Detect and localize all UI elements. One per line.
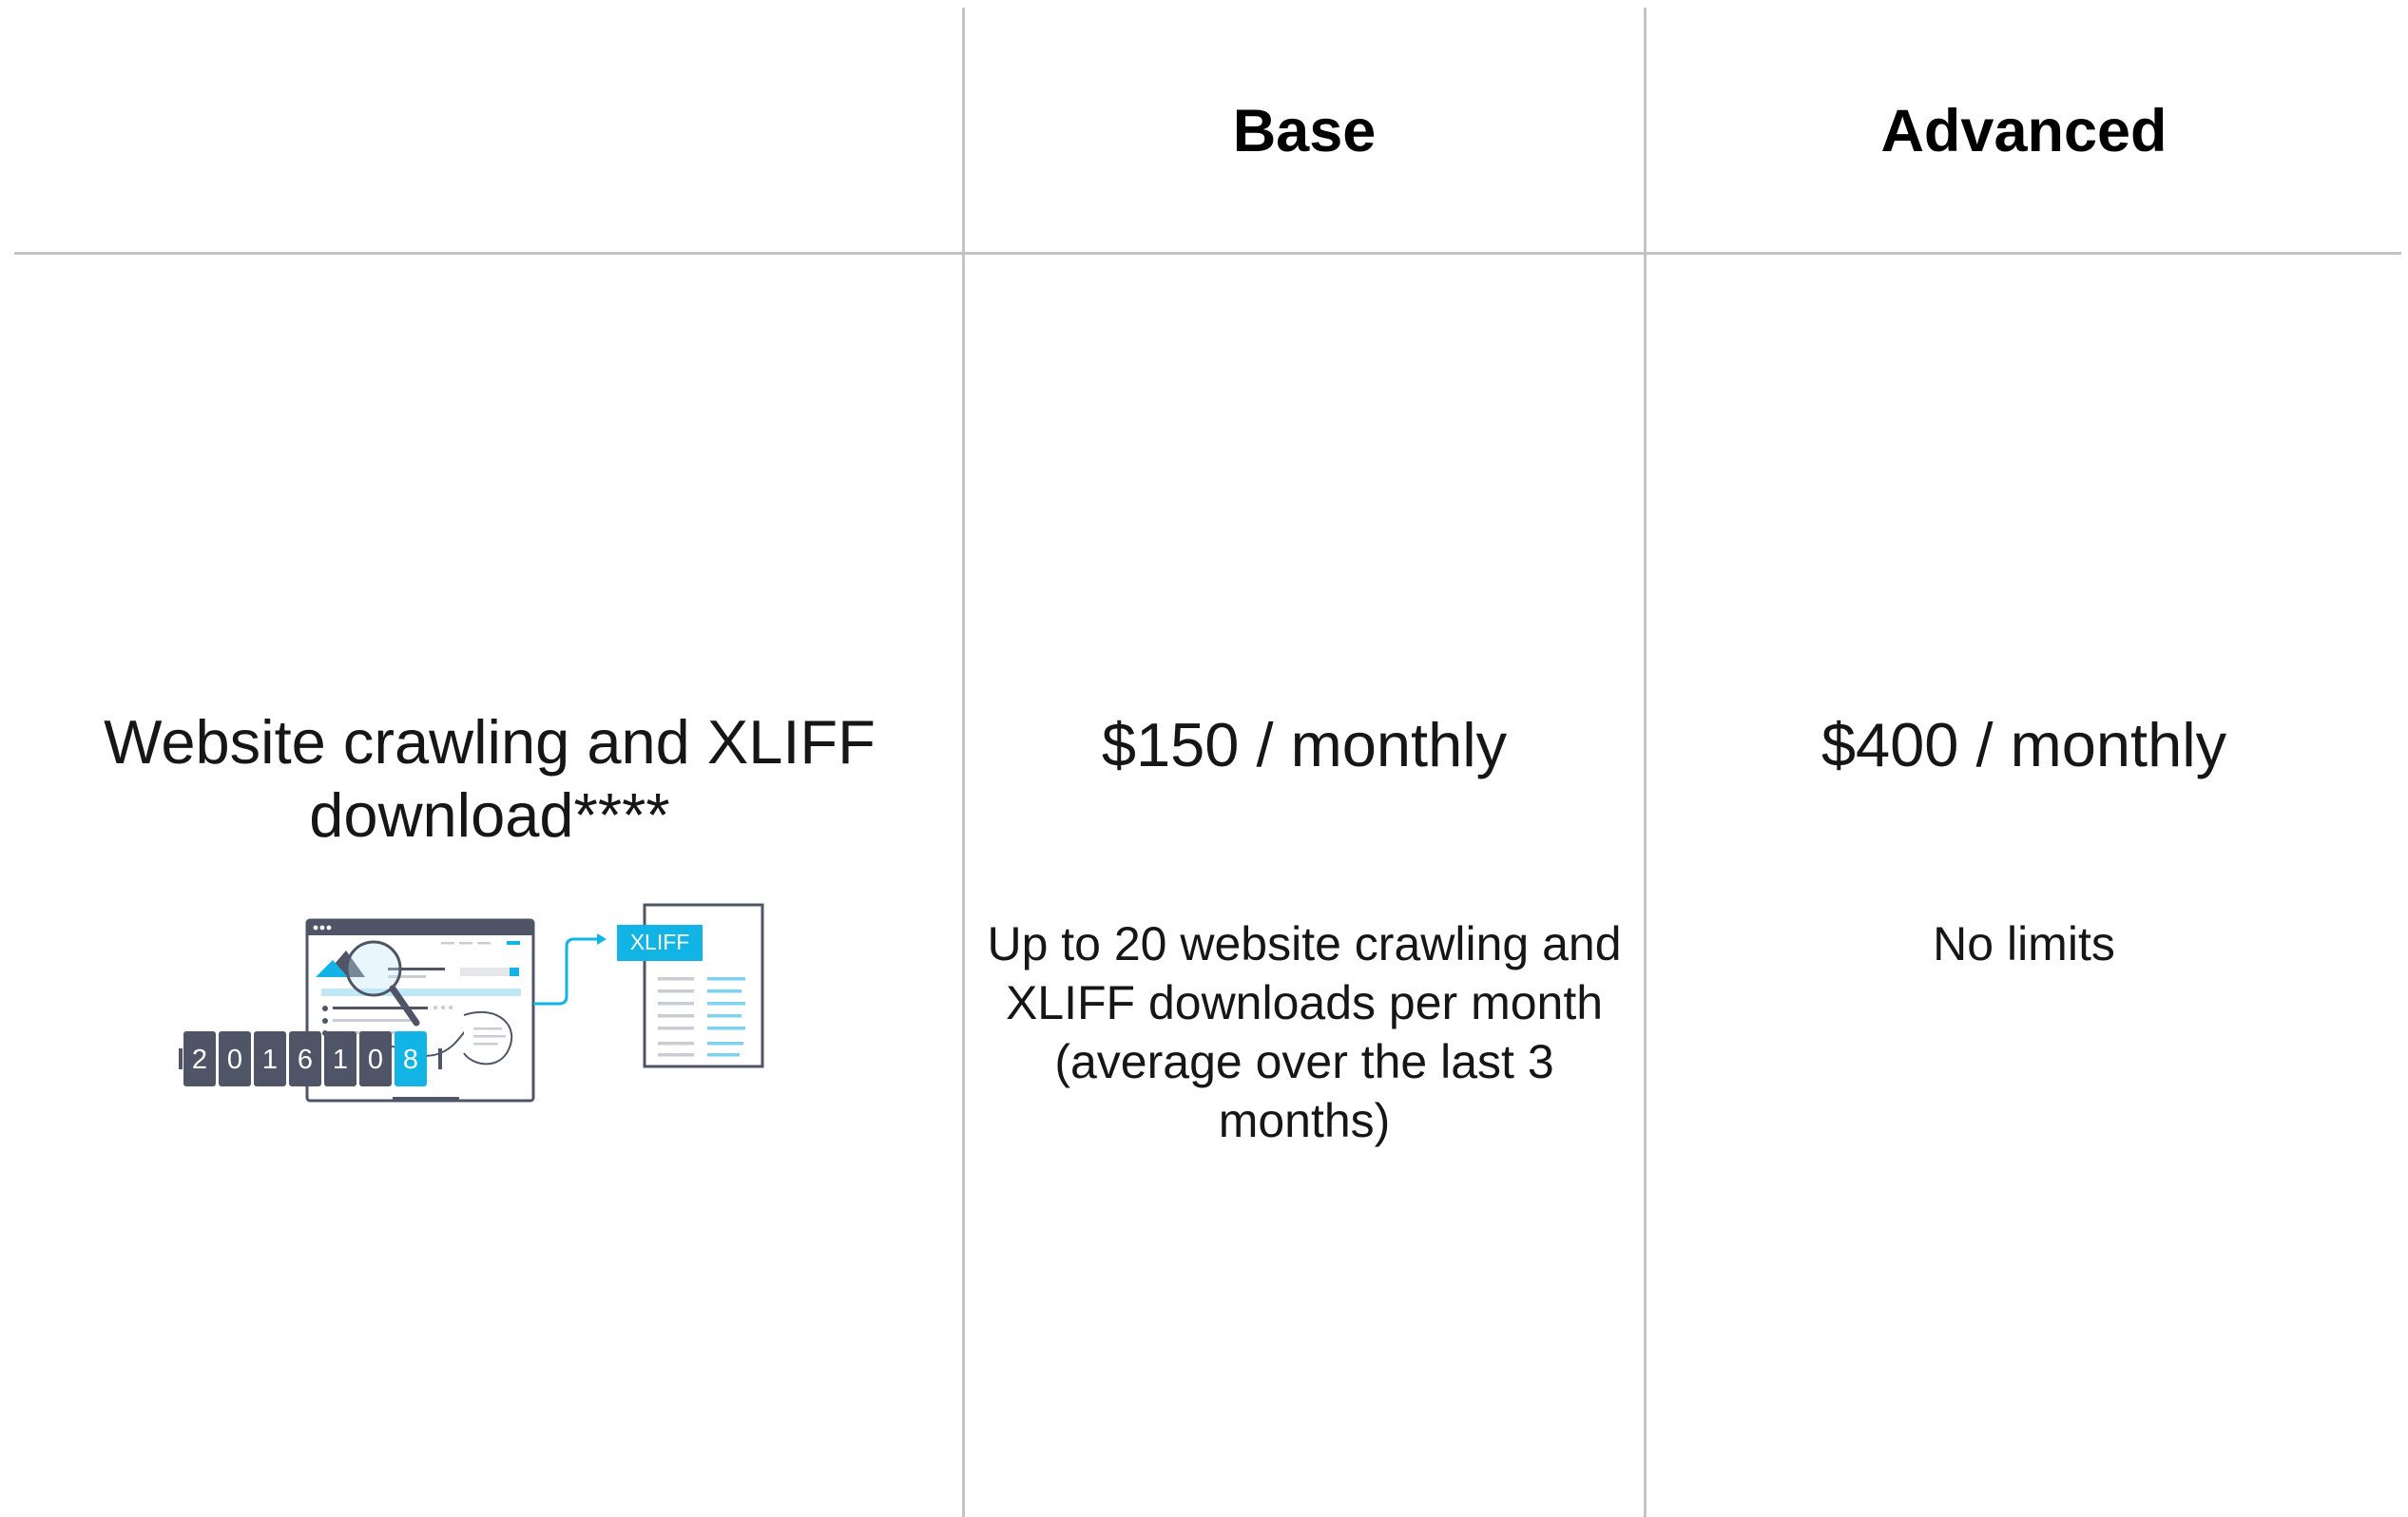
price-base: $150 / monthly <box>1101 710 1508 779</box>
feature-title: Website crawling and XLIFF download**** <box>104 707 876 850</box>
counter-digit: 0 <box>227 1045 242 1075</box>
counter-digit: 1 <box>262 1045 278 1075</box>
counter-digit: 6 <box>298 1045 313 1075</box>
limit-note-base: Up to 20 website crawling and XLIFF down… <box>987 917 1622 1147</box>
crawling-illustration: 2016108 XLIFF <box>179 903 764 1103</box>
xliff-badge-label: XLIFF <box>630 930 690 954</box>
counter-digit: 0 <box>368 1045 383 1075</box>
arrow-icon <box>533 933 607 1006</box>
xliff-badge: XLIFF <box>617 925 703 961</box>
counter-digit: 8 <box>403 1045 418 1075</box>
limit-note-advanced: No limits <box>1933 917 2115 970</box>
plan-heading-advanced: Advanced <box>1880 98 2167 164</box>
price-advanced: $400 / monthly <box>1820 710 2227 779</box>
plan-heading-base: Base <box>1232 98 1377 164</box>
header-divider <box>14 252 2401 255</box>
counter-digit: 1 <box>333 1045 348 1075</box>
date-counter-icon: 2016108 <box>179 1031 442 1086</box>
counter-digit: 2 <box>192 1045 207 1075</box>
